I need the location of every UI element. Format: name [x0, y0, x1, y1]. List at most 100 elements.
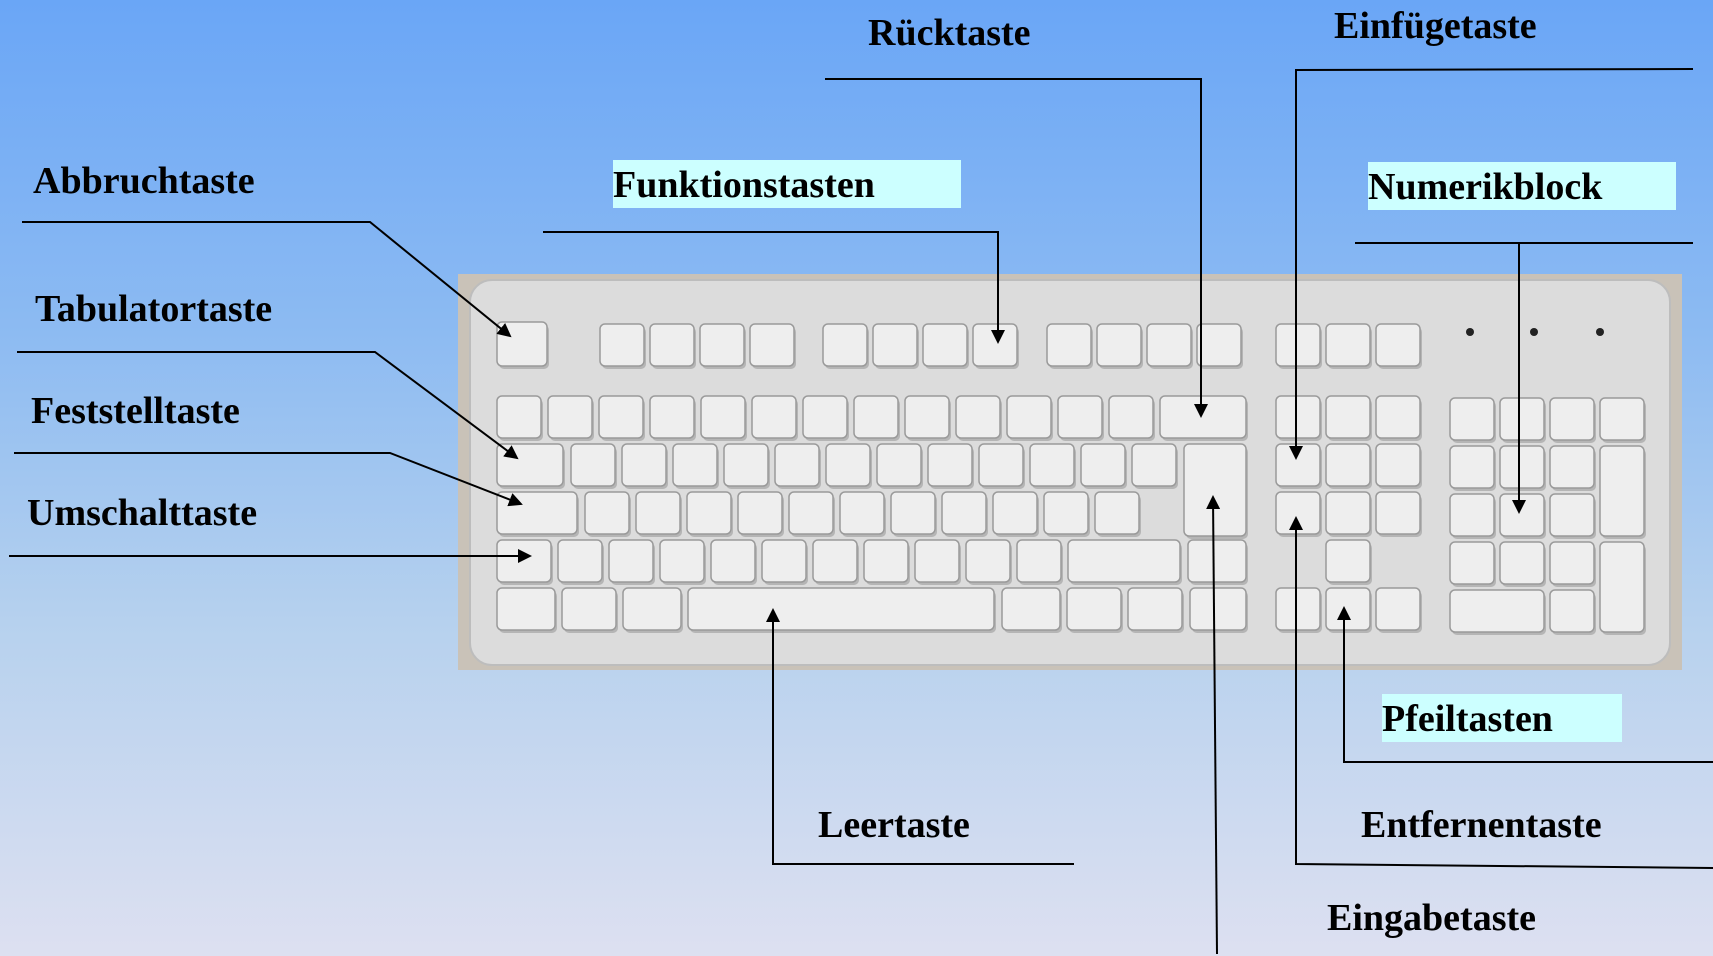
key-letter [659, 539, 705, 583]
key-number-row [853, 395, 899, 439]
key-navigation [1325, 491, 1371, 535]
key-function [972, 323, 1018, 367]
label-pfeiltasten: Pfeiltasten [1382, 694, 1622, 742]
label-abbruchtaste: Abbruchtaste [33, 160, 255, 202]
key-function [1196, 323, 1242, 367]
key-numpad [1549, 493, 1595, 537]
key-number-row [1006, 395, 1052, 439]
key-letter [965, 539, 1011, 583]
key-letter [1131, 443, 1177, 487]
key-number-row [751, 395, 797, 439]
key-letter [863, 539, 909, 583]
key-number-row [1108, 395, 1154, 439]
key-letter [941, 491, 987, 535]
key-system [1275, 323, 1321, 367]
key-arrow [1325, 587, 1371, 631]
key-altgr [1001, 587, 1061, 631]
key-system [1375, 323, 1421, 367]
label-entfernentaste: Entfernentaste [1361, 804, 1602, 846]
key-function [822, 323, 868, 367]
key-function [749, 323, 795, 367]
label-eingabetaste: Eingabetaste [1327, 897, 1536, 939]
key-letter [927, 443, 973, 487]
keyboard-image [458, 274, 1682, 670]
key-letter [774, 443, 820, 487]
key-enter [1183, 443, 1247, 537]
key-function [599, 323, 645, 367]
key-arrow-up [1325, 539, 1371, 583]
key-function [872, 323, 918, 367]
key-numpad [1599, 397, 1645, 441]
key-function [1096, 323, 1142, 367]
key-number-row [904, 395, 950, 439]
key-numpad [1449, 493, 1495, 537]
key-number-row [649, 395, 695, 439]
key-numpad-plus [1599, 445, 1645, 537]
key-numpad [1499, 493, 1545, 537]
key-backspace [1159, 395, 1247, 439]
key-letter [890, 491, 936, 535]
key-win [1066, 587, 1122, 631]
key-numpad-enter [1599, 541, 1645, 633]
key-letter [761, 539, 807, 583]
key-letter [978, 443, 1024, 487]
key-numpad [1549, 397, 1595, 441]
key-menu [1127, 587, 1183, 631]
key-numpad-zero [1449, 589, 1545, 633]
key-navigation [1275, 443, 1321, 487]
key-number-row [955, 395, 1001, 439]
key-navigation [1325, 395, 1371, 439]
key-shift-left [496, 539, 552, 583]
key-ctrl [1189, 587, 1247, 631]
label-einfuegetaste: Einfügetaste [1334, 5, 1537, 47]
key-navigation [1375, 395, 1421, 439]
key-letter [608, 539, 654, 583]
key-number-row [496, 395, 542, 439]
key-letter [812, 539, 858, 583]
label-umschalttaste: Umschalttaste [27, 492, 258, 534]
key-system [1325, 323, 1371, 367]
key-letter [584, 491, 630, 535]
key-navigation [1275, 491, 1321, 535]
key-numpad [1549, 589, 1595, 633]
key-letter [686, 491, 732, 535]
key-letter [557, 539, 603, 583]
key-navigation [1375, 491, 1421, 535]
key-letter [570, 443, 616, 487]
key-letter [825, 443, 871, 487]
key-letter [788, 491, 834, 535]
key-letter [839, 491, 885, 535]
key-letter [710, 539, 756, 583]
key-navigation [1325, 443, 1371, 487]
key-space [687, 587, 995, 631]
key-numpad [1499, 541, 1545, 585]
label-funktionstasten: Funktionstasten [613, 160, 961, 208]
key-function [922, 323, 968, 367]
label-feststelltaste: Feststelltaste [31, 390, 240, 432]
key-number-row [547, 395, 593, 439]
key-function [1146, 323, 1192, 367]
key-number-row [598, 395, 644, 439]
key-win [561, 587, 617, 631]
key-arrow [1375, 587, 1421, 631]
key-function [649, 323, 695, 367]
key-letter [635, 491, 681, 535]
key-numpad [1449, 397, 1495, 441]
label-ruecktaste: Rücktaste [868, 12, 1031, 54]
key-letter [992, 491, 1038, 535]
led-scroll [1596, 328, 1604, 336]
key-letter [1016, 539, 1062, 583]
key-letter [914, 539, 960, 583]
key-navigation [1375, 443, 1421, 487]
key-numpad [1449, 541, 1495, 585]
key-number-row [802, 395, 848, 439]
key-letter [1094, 491, 1140, 535]
key-letter [1029, 443, 1075, 487]
key-numpad [1449, 445, 1495, 489]
key-letter [737, 491, 783, 535]
key-arrow [1275, 587, 1321, 631]
key-letter [876, 443, 922, 487]
led-num [1466, 328, 1474, 336]
key-ctrl [496, 587, 556, 631]
key-letter [621, 443, 667, 487]
